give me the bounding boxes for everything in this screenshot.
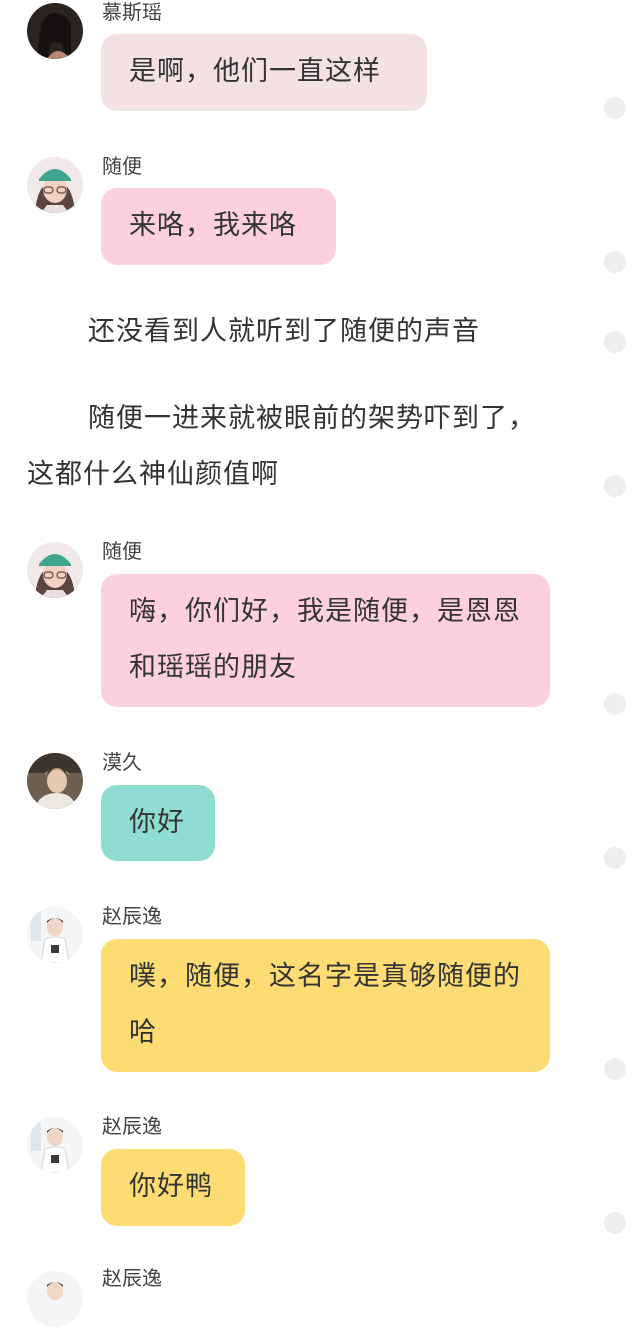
message-bubble[interactable]: 是啊，他们一直这样	[101, 34, 427, 111]
avatar-boy-white[interactable]	[27, 1117, 83, 1173]
message-text: 噗，随便，这名字是真够随便的哈	[129, 961, 521, 1048]
sender-name: 随便	[102, 154, 142, 178]
sender-name: 赵辰逸	[102, 1266, 162, 1290]
avatar-female-dark-icon	[27, 3, 83, 59]
message-text: 你好鸭	[129, 1171, 213, 1202]
message-text: 嗨，你们好，我是随便，是恩恩和瑶瑶的朋友	[129, 596, 521, 683]
avatar-boy-icon	[27, 753, 83, 809]
avatar-boy-white-shirt-icon	[27, 1117, 83, 1173]
status-dot	[604, 475, 626, 497]
avatar-girl-green-cap-icon	[27, 542, 83, 598]
avatar-boy[interactable]	[27, 753, 83, 809]
message-bubble[interactable]: 来咯，我来咯	[101, 188, 336, 265]
narration-line: 还没看到人就听到了随便的声音	[88, 316, 480, 347]
message-bubble[interactable]: 嗨，你们好，我是随便，是恩恩和瑶瑶的朋友	[101, 574, 550, 707]
avatar-female-dark[interactable]	[27, 3, 83, 59]
narration-line: 这都什么神仙颜值啊	[27, 459, 279, 490]
message-text: 你好	[129, 807, 185, 838]
status-dot	[604, 693, 626, 715]
avatar-boy-white[interactable]	[27, 907, 83, 963]
message-bubble[interactable]: 你好鸭	[101, 1149, 245, 1226]
avatar-girl[interactable]	[27, 542, 83, 598]
message-text: 是啊，他们一直这样	[129, 56, 381, 87]
status-dot	[604, 331, 626, 353]
message-text: 来咯，我来咯	[129, 210, 297, 241]
status-dot	[604, 97, 626, 119]
status-dot	[604, 847, 626, 869]
sender-name: 随便	[102, 539, 142, 563]
status-dot	[604, 1058, 626, 1080]
status-dot	[604, 1212, 626, 1234]
sender-name: 漠久	[102, 750, 142, 774]
avatar-boy-white-shirt-icon	[27, 1271, 83, 1327]
sender-name: 慕斯瑶	[102, 0, 162, 24]
avatar-girl[interactable]	[27, 157, 83, 213]
avatar-girl-green-cap-icon	[27, 157, 83, 213]
narration-line: 随便一进来就被眼前的架势吓到了，	[88, 403, 536, 434]
message-bubble[interactable]: 噗，随便，这名字是真够随便的哈	[101, 939, 550, 1072]
sender-name: 赵辰逸	[102, 1114, 162, 1138]
avatar-boy-white-shirt-icon	[27, 907, 83, 963]
avatar-boy-white[interactable]	[27, 1271, 83, 1327]
sender-name: 赵辰逸	[102, 904, 162, 928]
message-bubble[interactable]: 你好	[101, 785, 215, 861]
status-dot	[604, 251, 626, 273]
